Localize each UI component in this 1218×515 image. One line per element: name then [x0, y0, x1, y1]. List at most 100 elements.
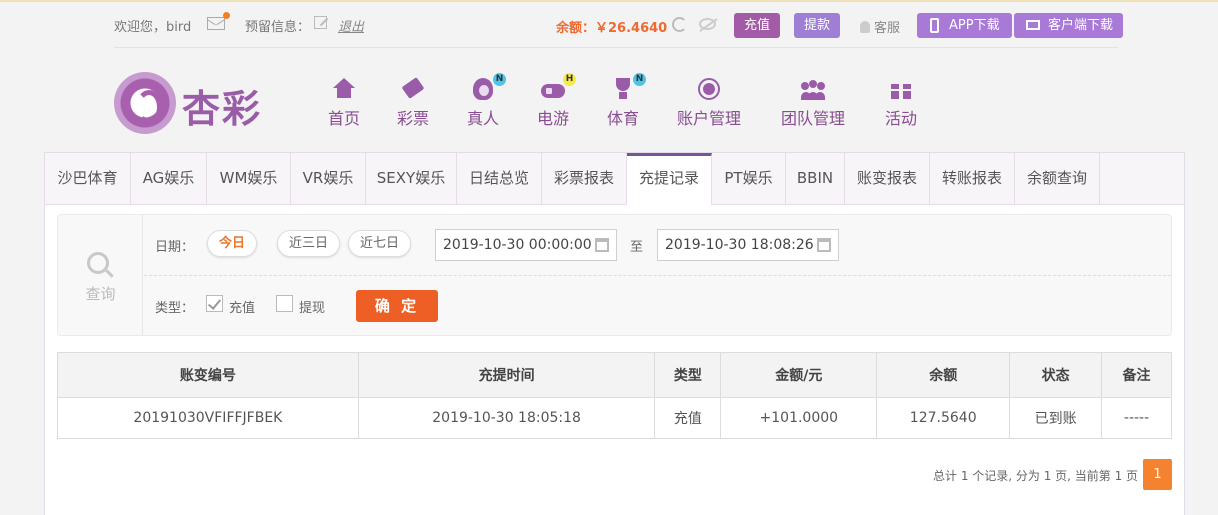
col-header: 余额 — [876, 352, 1011, 398]
nav-label: 活动 — [885, 109, 918, 128]
end-date-value: 2019-10-30 18:08:26 — [665, 237, 814, 253]
divider — [144, 275, 1171, 276]
end-date-input[interactable]: 2019-10-30 18:08:26 — [657, 229, 839, 261]
tab-bbin[interactable]: BBIN — [786, 153, 845, 204]
main-panel: 沙巴体育 AG娱乐 WM娱乐 VR娱乐 SEXY娱乐 日结总览 彩票报表 充提记… — [44, 152, 1185, 515]
tab-change-report[interactable]: 账变报表 — [845, 153, 930, 204]
start-date-input[interactable]: 2019-10-30 00:00:00 — [435, 229, 617, 261]
start-date-value: 2019-10-30 00:00:00 — [443, 237, 592, 253]
customer-service-link[interactable]: 客服 — [860, 17, 900, 36]
app-download-button[interactable]: APP下载 — [917, 13, 1012, 38]
nav-label: 电游 — [537, 109, 570, 128]
edit-icon[interactable] — [314, 16, 327, 29]
date-label: 日期： — [155, 240, 195, 255]
nav-item-activity[interactable]: 活动 — [885, 78, 917, 129]
tab-wm[interactable]: WM娱乐 — [207, 153, 291, 204]
gamepad-icon: H — [541, 73, 576, 100]
nav-item-account[interactable]: 账户管理 — [677, 78, 741, 129]
recharge-checkbox-label: 充值 — [229, 301, 256, 316]
nav-item-slots[interactable]: H 电游 — [537, 73, 576, 129]
recharge-button[interactable]: 充值 — [734, 13, 781, 38]
nav-label: 真人 — [467, 109, 500, 128]
nav-item-team[interactable]: 团队管理 — [781, 78, 845, 129]
record-status: 已到账 — [1009, 397, 1103, 439]
tab-sexy[interactable]: SEXY娱乐 — [366, 153, 457, 204]
gift-icon — [889, 78, 913, 100]
record-amount: +101.0000 — [720, 397, 878, 439]
tab-transfer-report[interactable]: 转账报表 — [930, 153, 1015, 204]
recharge-checkbox[interactable] — [206, 295, 223, 312]
nav-label: 体育 — [607, 109, 640, 128]
withdraw-checkbox-label: 提现 — [299, 301, 326, 316]
tab-ag[interactable]: AG娱乐 — [131, 153, 207, 204]
nav-item-live[interactable]: N 真人 — [467, 73, 506, 129]
record-id: 20191030VFIFFJFBEK — [57, 397, 359, 439]
col-header: 金额/元 — [720, 352, 878, 398]
nav-label: 团队管理 — [781, 109, 846, 128]
hot-badge: H — [563, 73, 576, 86]
col-header: 类型 — [654, 352, 722, 398]
range-3days-button[interactable]: 近三日 — [277, 230, 341, 257]
col-header: 备注 — [1101, 352, 1172, 398]
tab-balance-query[interactable]: 余额查询 — [1015, 153, 1100, 204]
tab-pt[interactable]: PT娱乐 — [712, 153, 786, 204]
ticket-icon — [401, 77, 425, 100]
report-tabs: 沙巴体育 AG娱乐 WM娱乐 VR娱乐 SEXY娱乐 日结总览 彩票报表 充提记… — [45, 153, 1184, 205]
hide-balance-icon[interactable] — [699, 18, 716, 30]
query-sidebar: 查询 — [58, 215, 143, 335]
withdraw-button[interactable]: 提款 — [794, 13, 841, 38]
logout-link[interactable]: 退出 — [338, 16, 364, 35]
monitor-icon — [1026, 20, 1040, 30]
tab-daily-summary[interactable]: 日结总览 — [457, 153, 542, 204]
range-today-button[interactable]: 今日 — [207, 230, 258, 257]
site-logo[interactable]: 杏彩 — [114, 72, 269, 134]
new-badge: N — [633, 73, 646, 86]
top-bar: 欢迎您，bird 预留信息： 退出 余额：￥26.4640 充值 提款 客服 A… — [114, 10, 1124, 48]
unread-dot — [223, 12, 230, 19]
balance-display: 余额：￥26.4640 — [556, 21, 668, 36]
nav-label: 彩票 — [397, 109, 430, 128]
nav-label: 首页 — [328, 109, 361, 128]
col-header: 充提时间 — [357, 352, 656, 398]
app-download-label: APP下载 — [949, 18, 1000, 33]
calendar-icon[interactable] — [595, 238, 609, 252]
nav-item-home[interactable]: 首页 — [328, 78, 360, 129]
range-7days-button[interactable]: 近七日 — [348, 230, 412, 257]
top-accent-line — [0, 0, 1218, 2]
records-table: 账变编号 充提时间 类型 金额/元 余额 状态 备注 20191030VFIFF… — [57, 352, 1172, 439]
to-label: 至 — [630, 240, 644, 255]
yen-icon — [697, 78, 721, 100]
table-header-row: 账变编号 充提时间 类型 金额/元 余额 状态 备注 — [57, 352, 1172, 398]
table-row: 20191030VFIFFJFBEK 2019-10-30 18:05:18 充… — [57, 397, 1172, 439]
calendar-icon[interactable] — [817, 238, 831, 252]
record-time: 2019-10-30 18:05:18 — [357, 397, 656, 439]
tab-saba-sports[interactable]: 沙巴体育 — [45, 153, 131, 204]
nav-item-sports[interactable]: N 体育 — [607, 73, 646, 129]
home-icon — [332, 78, 356, 100]
record-note: ----- — [1101, 397, 1172, 439]
pagination-info: 总计 1 个记录, 分为 1 页, 当前第 1 页 — [933, 469, 1139, 483]
team-icon — [801, 78, 825, 100]
refresh-icon[interactable] — [672, 17, 687, 32]
client-download-button[interactable]: 客户端下载 — [1014, 13, 1124, 38]
confirm-button[interactable]: 确 定 — [356, 290, 438, 322]
welcome-text: 欢迎您，bird — [114, 20, 192, 35]
query-title: 查询 — [85, 285, 116, 303]
col-header: 状态 — [1009, 352, 1103, 398]
tab-vr[interactable]: VR娱乐 — [291, 153, 366, 204]
record-balance: 127.5640 — [876, 397, 1011, 439]
client-download-label: 客户端下载 — [1048, 18, 1114, 33]
nav-item-lottery[interactable]: 彩票 — [397, 77, 430, 129]
live-dealer-icon: N — [471, 73, 506, 100]
logo-text: 杏彩 — [182, 86, 263, 131]
query-form: 查询 日期： 今日 近三日 近七日 2019-10-30 00:00:00 至 … — [57, 214, 1172, 336]
page-1-button[interactable]: 1 — [1143, 459, 1172, 490]
withdraw-checkbox[interactable] — [276, 295, 293, 312]
mail-icon[interactable] — [207, 12, 230, 30]
tab-deposit-withdraw[interactable]: 充提记录 — [627, 153, 712, 205]
logo-emblem-icon — [114, 72, 176, 134]
nav-label: 账户管理 — [677, 109, 742, 128]
record-type: 充值 — [654, 397, 722, 439]
reserved-info-label: 预留信息： — [245, 20, 311, 35]
tab-lottery-report[interactable]: 彩票报表 — [542, 153, 627, 204]
